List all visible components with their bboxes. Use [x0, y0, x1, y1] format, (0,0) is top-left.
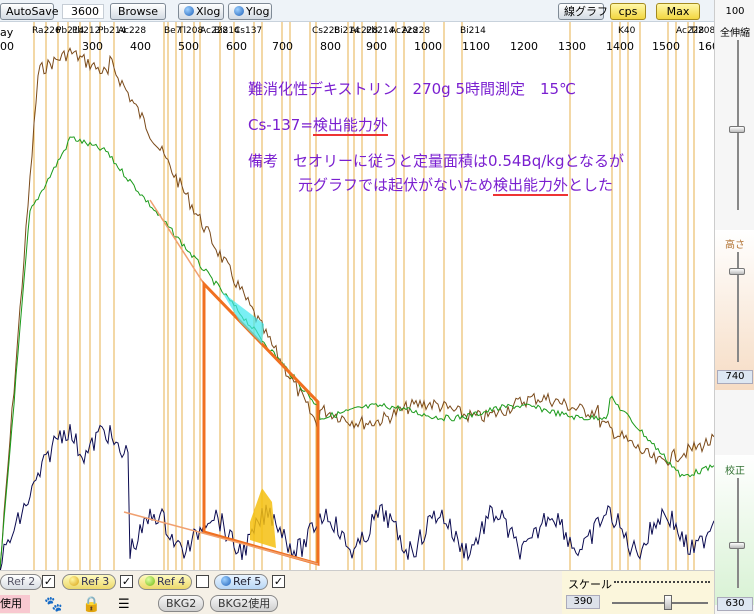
spectrum-navy-line: [0, 424, 714, 570]
toolbar: AutoSave 3600 Browse Xlog Ylog 線グラフ cps …: [0, 0, 714, 22]
x-axis-tick: 1400: [606, 40, 634, 53]
scale-label: スケール: [568, 578, 612, 591]
note-line-4-suffix: とした: [568, 176, 614, 194]
cps-button[interactable]: cps: [610, 3, 646, 20]
note-line-2-prefix: Cs-137=: [248, 116, 313, 134]
note-line-3: 備考 セオリーに従うと定量面積は0.54Bq/kgとなるが: [248, 152, 625, 170]
ref4-label: Ref 4: [157, 575, 186, 588]
x-axis-tick: 700: [272, 40, 293, 53]
bkg2-use-button[interactable]: BKG2使用: [210, 595, 279, 612]
ref5-checkbox[interactable]: ✓: [272, 575, 285, 588]
ref3-button[interactable]: Ref 3: [62, 574, 117, 590]
spectrum-chart[interactable]: ay 00 300 400 500 600 700 800 900 1000 1100 1200 130…: [0, 22, 714, 570]
expand-slider-thumb[interactable]: [729, 126, 745, 133]
scale-value: 390: [566, 595, 600, 609]
line-graph-button[interactable]: 線グラフ: [558, 3, 608, 20]
calib-section: [715, 455, 754, 605]
x-axis-tick: 800: [320, 40, 341, 53]
browse-button[interactable]: Browse: [110, 3, 166, 20]
peak-label: Cs137: [234, 26, 263, 36]
scale-slider-thumb[interactable]: [664, 595, 672, 610]
note-line-4: 元グラフでは起伏がないため検出能力外とした: [298, 174, 614, 196]
top-value: 100: [725, 6, 745, 17]
ref3-icon: [69, 576, 79, 586]
time-input[interactable]: 3600: [62, 4, 104, 19]
ref5-label: Ref 5: [233, 575, 262, 588]
expand-slider-track[interactable]: [737, 40, 739, 210]
expand-label: 全伸縮: [720, 28, 750, 39]
ref2-checkbox[interactable]: ✓: [42, 575, 55, 588]
height-label: 高さ: [725, 240, 745, 251]
x-axis-tick: 500: [178, 40, 199, 53]
xlog-button[interactable]: Xlog: [178, 3, 224, 20]
use-label: 使用: [0, 595, 30, 613]
x-axis-tick: 300: [82, 40, 103, 53]
calib-value: 630: [717, 597, 753, 611]
note-line-4-underlined: 検出能力外: [493, 176, 569, 196]
peak-label: Bi214: [460, 26, 486, 36]
right-panel: 100 全伸縮 高さ 740 校正 630: [714, 0, 754, 614]
list-icon[interactable]: ☰: [118, 597, 130, 612]
ref3-label: Ref 3: [81, 575, 110, 588]
lock-icon[interactable]: 🔒: [82, 595, 101, 613]
x-axis-tick: ay: [0, 26, 14, 39]
x-axis-tick: 400: [130, 40, 151, 53]
height-slider-thumb[interactable]: [729, 268, 745, 275]
x-axis-tick: 900: [366, 40, 387, 53]
x-axis-tick: 1000: [414, 40, 442, 53]
xlog-label: Xlog: [196, 5, 221, 18]
autosave-button[interactable]: AutoSave: [0, 3, 59, 20]
height-section: [715, 230, 754, 390]
ref3-checkbox[interactable]: ✓: [120, 575, 133, 588]
scale-ticks: [614, 581, 710, 583]
ylog-button[interactable]: Ylog: [228, 3, 272, 20]
radio-icon: [184, 6, 194, 16]
calib-slider-thumb[interactable]: [729, 542, 745, 549]
x-axis-tick: 1300: [558, 40, 586, 53]
calib-label: 校正: [725, 466, 745, 477]
x-axis-tick: 00: [0, 40, 14, 53]
ref5-button[interactable]: Ref 5: [214, 574, 269, 590]
note-line-1: 難消化性デキストリン 270g 5時間測定 15℃: [248, 80, 576, 98]
ref4-button[interactable]: Ref 4: [138, 574, 193, 590]
x-axis-tick: 1100: [462, 40, 490, 53]
x-axis-tick: 1500: [652, 40, 680, 53]
x-axis-tick: 1600: [698, 40, 714, 53]
peak-label: Pb212: [72, 26, 101, 36]
max-button[interactable]: Max: [656, 3, 700, 20]
paw-icon[interactable]: 🐾: [44, 595, 63, 613]
bkg2-button[interactable]: BKG2: [158, 595, 205, 612]
note-line-2: Cs-137=検出能力外: [248, 114, 388, 136]
x-axis-tick: 600: [226, 40, 247, 53]
scale-slider-track[interactable]: [612, 602, 708, 604]
peak-label: Ac228: [402, 26, 431, 36]
note-line-2-underlined: 検出能力外: [312, 116, 388, 136]
x-axis-tick: 1200: [510, 40, 538, 53]
ref4-checkbox[interactable]: [196, 575, 209, 588]
radio-icon: [234, 6, 244, 16]
scale-panel: スケール 390: [562, 571, 714, 614]
ref2-button[interactable]: Ref 2: [0, 574, 43, 590]
peak-label: Tl208: [690, 26, 714, 36]
baseline-line-upper: [149, 199, 205, 285]
spectrum-plot: [0, 22, 714, 570]
peak-label: Ac228: [118, 26, 147, 36]
note-line-4-prefix: 元グラフでは起伏がないため: [298, 176, 494, 194]
spectrum-green-line: [0, 136, 714, 568]
calib-slider-track[interactable]: [737, 478, 739, 588]
height-value: 740: [717, 370, 753, 384]
ref4-icon: [145, 576, 155, 586]
ylog-label: Ylog: [246, 5, 270, 18]
ref5-icon: [221, 576, 231, 586]
peak-label: K40: [618, 26, 636, 36]
